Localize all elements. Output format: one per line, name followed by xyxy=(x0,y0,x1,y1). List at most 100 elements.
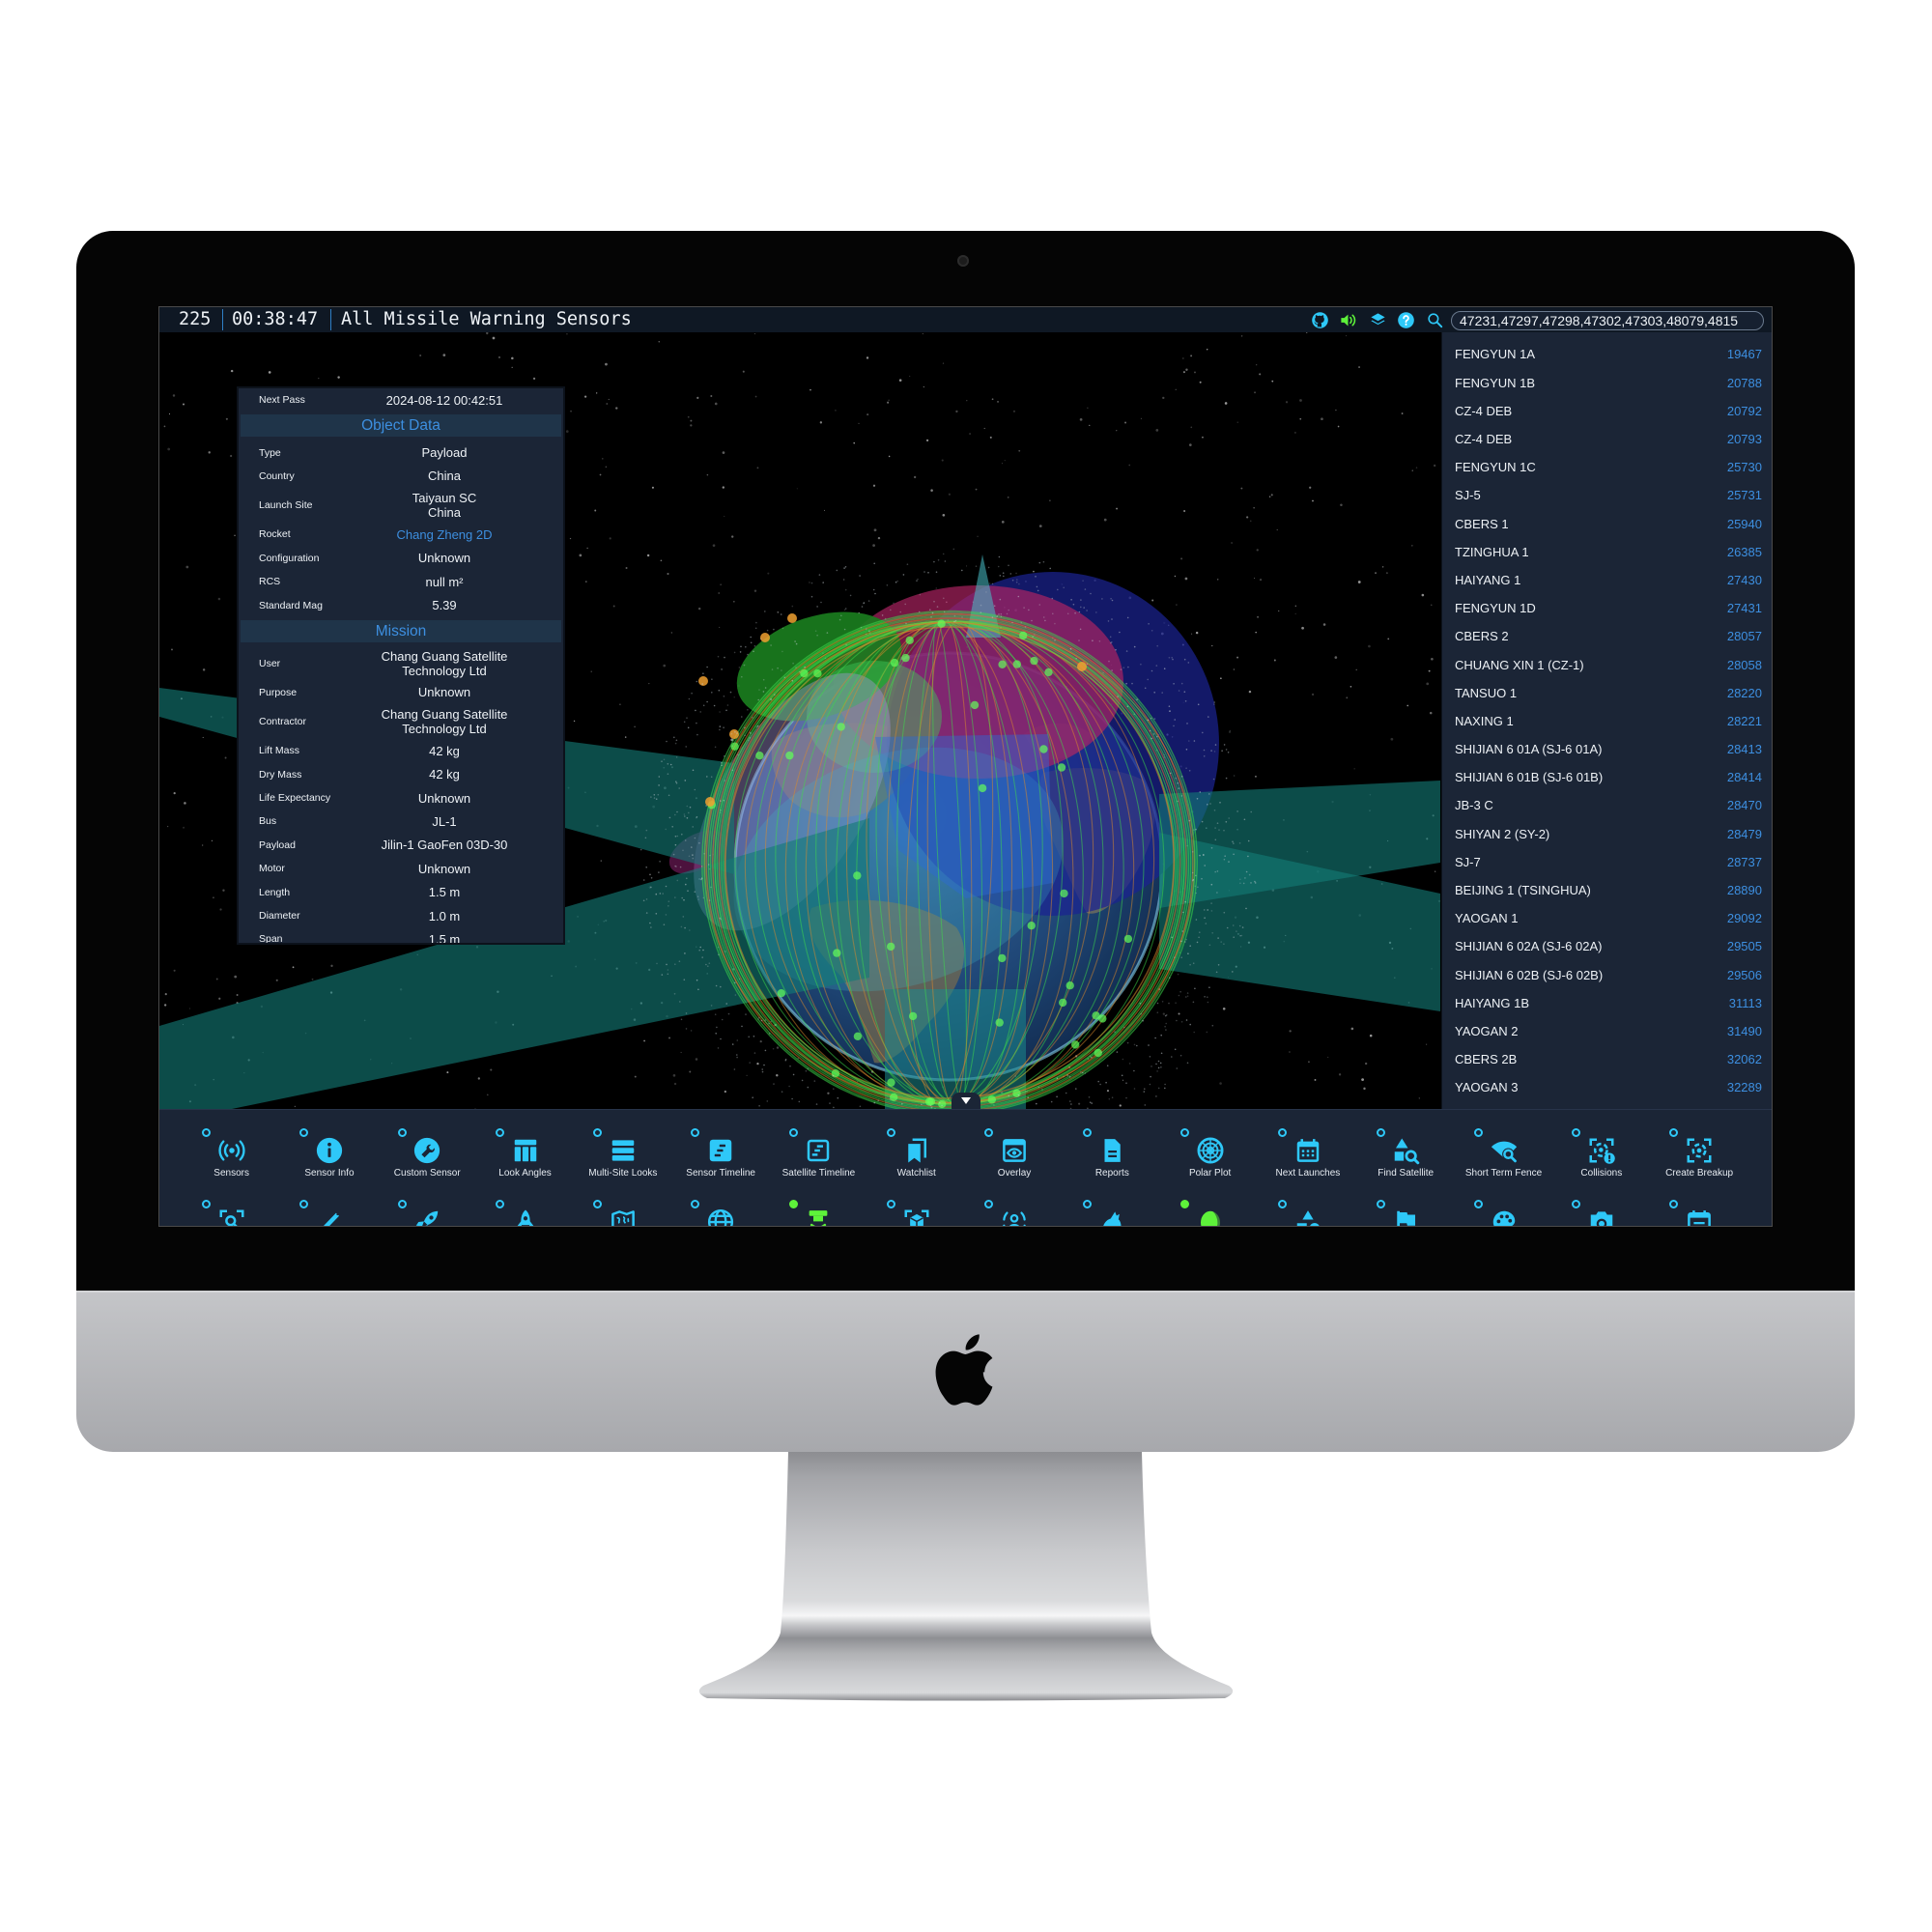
debris-particle xyxy=(696,733,698,736)
debris-particle xyxy=(810,595,813,598)
toolbar-item[interactable]: Custom Sensor xyxy=(379,1110,476,1181)
debris-particle xyxy=(665,885,668,888)
star xyxy=(1249,520,1252,523)
debris-particle xyxy=(1139,1002,1142,1005)
satellite-list-item[interactable]: SHIJIAN 6 01B (SJ-6 01B) 28414 xyxy=(1442,763,1772,791)
satellite-list-item[interactable]: CZ-4 DEB 20793 xyxy=(1442,425,1772,453)
debris-particle xyxy=(665,914,668,916)
satellite-list-item[interactable]: CBERS 2B 32062 xyxy=(1442,1045,1772,1073)
satellite-list-item[interactable]: FENGYUN 1B 20788 xyxy=(1442,369,1772,397)
star xyxy=(877,536,881,540)
toolbar-item[interactable] xyxy=(280,1181,378,1226)
debris-particle xyxy=(696,979,698,981)
toolbar-item[interactable]: Collisions xyxy=(1552,1110,1650,1181)
simulation-clock[interactable]: 00:38:47 xyxy=(232,308,318,331)
satellite-list-item[interactable]: TANSUO 1 28220 xyxy=(1442,679,1772,707)
satellite-list-item[interactable]: HAIYANG 1 27430 xyxy=(1442,566,1772,594)
sound-icon[interactable] xyxy=(1339,311,1357,329)
toolbar-item[interactable]: Create Breakup xyxy=(1650,1110,1747,1181)
toolbar-item[interactable]: Satellite Timeline xyxy=(770,1110,867,1181)
toolbar-item[interactable]: Sensor Info xyxy=(280,1110,378,1181)
satellite-list-item[interactable]: CBERS 1 25940 xyxy=(1442,510,1772,538)
toolbar-item[interactable] xyxy=(379,1181,476,1226)
satellite-list-item[interactable]: TZINGHUA 1 26385 xyxy=(1442,538,1772,566)
satellite-list-item[interactable]: YAOGAN 2 31490 xyxy=(1442,1017,1772,1045)
layers-icon[interactable] xyxy=(1369,311,1387,329)
star xyxy=(1299,399,1302,402)
help-icon[interactable] xyxy=(1397,311,1415,329)
satellite-list-item[interactable]: NAXING 1 28221 xyxy=(1442,707,1772,735)
toolbar-item[interactable]: Reports xyxy=(1064,1110,1161,1181)
toolbar-item[interactable]: Find Satellite xyxy=(1357,1110,1455,1181)
toolbar-item[interactable]: Sensors xyxy=(183,1110,280,1181)
search-icon[interactable] xyxy=(1426,311,1444,329)
toggle-toolbar-button[interactable] xyxy=(952,1093,980,1109)
star xyxy=(173,969,176,972)
toolbar-item[interactable] xyxy=(770,1181,867,1226)
satellite-list-item[interactable]: SJ-7 28737 xyxy=(1442,848,1772,876)
toolbar-item[interactable] xyxy=(1161,1181,1259,1226)
star xyxy=(1078,1102,1081,1105)
toolbar-item[interactable]: Multi-Site Looks xyxy=(574,1110,671,1181)
satellite-list-item[interactable]: JB-3 C 28470 xyxy=(1442,791,1772,819)
toolbar-item[interactable] xyxy=(671,1181,769,1226)
satellite-list-item[interactable]: SHIJIAN 6 02A (SJ-6 02A) 29505 xyxy=(1442,932,1772,960)
toolbar-item[interactable] xyxy=(965,1181,1063,1226)
debris-particle xyxy=(1214,744,1217,746)
sensor-title[interactable]: All Missile Warning Sensors xyxy=(341,308,632,331)
debris-particle xyxy=(1244,877,1246,879)
debris-particle xyxy=(1082,580,1084,582)
toolbar-item[interactable] xyxy=(1259,1181,1356,1226)
debris-particle xyxy=(814,630,817,632)
toolbar-item[interactable]: Polar Plot xyxy=(1161,1110,1259,1181)
toolbar-item[interactable]: Short Term Fence xyxy=(1455,1110,1552,1181)
toolbar-item[interactable]: Watchlist xyxy=(867,1110,965,1181)
toolbar-item[interactable] xyxy=(574,1181,671,1226)
toolbar-item[interactable]: Next Launches xyxy=(1259,1110,1356,1181)
satellite-list-item[interactable]: YAOGAN 1 29092 xyxy=(1442,904,1772,932)
search-input[interactable] xyxy=(1451,311,1764,330)
satellite-list-item[interactable]: SHIJIAN 6 01A (SJ-6 01A) 28413 xyxy=(1442,735,1772,763)
toolbar-item[interactable]: Overlay xyxy=(965,1110,1063,1181)
satellite-list-item[interactable]: BEIJING 1 (TSINGHUA) 28890 xyxy=(1442,876,1772,904)
toolbar-item[interactable] xyxy=(867,1181,965,1226)
satellite-list-item[interactable]: FENGYUN 1A 19467 xyxy=(1442,340,1772,368)
field-label: Contractor xyxy=(259,716,307,728)
star xyxy=(1195,631,1199,635)
satellite-list-item[interactable]: HAIYANG 1B 31113 xyxy=(1442,989,1772,1017)
toolbar-item[interactable] xyxy=(1552,1181,1650,1226)
status-indicator xyxy=(691,1127,700,1137)
search-results-list[interactable]: FENGYUN 1A 19467 FENGYUN 1B 20788 CZ-4 DEB 20… xyxy=(1441,332,1772,1109)
satellite-list-item[interactable]: SJ-5 25731 xyxy=(1442,481,1772,509)
toolbar-item[interactable] xyxy=(1064,1181,1161,1226)
toolbar-item[interactable] xyxy=(1455,1181,1552,1226)
satellite-list-item[interactable]: SHIJIAN 6 02B (SJ-6 02B) 29506 xyxy=(1442,961,1772,989)
satellite-list-item[interactable]: FENGYUN 1C 25730 xyxy=(1442,453,1772,481)
rocket-link[interactable]: Chang Zheng 2D xyxy=(364,527,525,542)
star xyxy=(1401,412,1404,414)
debris-particle xyxy=(748,1036,750,1038)
debris-particle xyxy=(1208,716,1209,718)
debris-particle xyxy=(737,753,739,756)
github-icon[interactable] xyxy=(1311,311,1329,329)
star xyxy=(605,466,607,468)
toolbar-item[interactable]: Sensor Timeline xyxy=(671,1110,769,1181)
debris-particle xyxy=(896,580,898,582)
debris-particle xyxy=(1117,696,1119,697)
satellite-list-item[interactable]: CHUANG XIN 1 (CZ-1) 28058 xyxy=(1442,650,1772,678)
satellite-list-item[interactable]: SHIYAN 2 (SY-2) 28479 xyxy=(1442,820,1772,848)
satellite-list-item[interactable]: FENGYUN 1D 27431 xyxy=(1442,594,1772,622)
satellite-list-item[interactable]: YAOGAN 3 32289 xyxy=(1442,1073,1772,1101)
toolbar-item-label: Sensor Timeline xyxy=(686,1168,755,1179)
debris-particle xyxy=(672,853,675,856)
satellite-list-item[interactable]: CZ-4 DEB 20792 xyxy=(1442,397,1772,425)
satellite-list-item[interactable]: CBERS 2 28057 xyxy=(1442,622,1772,650)
debris-particle xyxy=(1225,749,1228,751)
debris-particle xyxy=(1191,871,1194,874)
toolbar-item[interactable]: Look Angles xyxy=(476,1110,574,1181)
toolbar-item[interactable] xyxy=(1650,1181,1747,1226)
toolbar-item[interactable] xyxy=(476,1181,574,1226)
toolbar-item[interactable] xyxy=(183,1181,280,1226)
toolbar-item[interactable] xyxy=(1357,1181,1455,1226)
debris-particle xyxy=(1193,740,1196,742)
